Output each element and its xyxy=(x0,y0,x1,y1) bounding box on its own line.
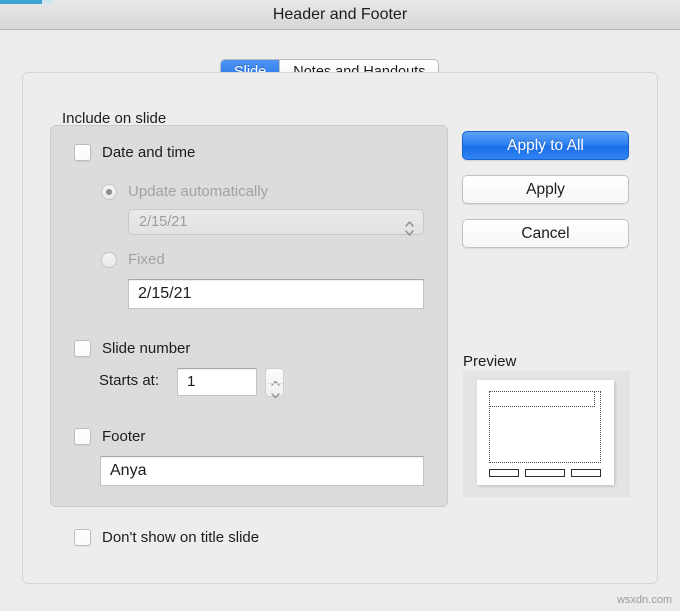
update-automatically-radio[interactable] xyxy=(101,183,117,200)
preview-slide-number-placeholder xyxy=(571,469,601,477)
fixed-date-input[interactable]: 2/15/21 xyxy=(128,279,424,309)
preview-label: Preview xyxy=(463,353,517,370)
date-format-select[interactable]: 2/15/21 xyxy=(128,209,424,236)
slide-number-checkbox[interactable] xyxy=(74,340,91,357)
date-and-time-label: Date and time xyxy=(102,144,196,161)
fixed-radio-row[interactable]: Fixed xyxy=(101,251,165,268)
footer-label: Footer xyxy=(102,428,146,445)
slide-number-checkbox-row[interactable]: Slide number xyxy=(74,340,190,357)
starts-at-input[interactable]: 1 xyxy=(177,368,257,396)
dont-show-on-title-slide-label: Don't show on title slide xyxy=(102,529,260,546)
preview-slide-thumbnail xyxy=(477,380,614,485)
update-automatically-radio-row[interactable]: Update automatically xyxy=(101,183,268,200)
slide-number-label: Slide number xyxy=(102,340,191,357)
window-titlebar: Header and Footer xyxy=(0,0,680,30)
cancel-button[interactable]: Cancel xyxy=(462,219,629,248)
update-automatically-label: Update automatically xyxy=(128,183,269,200)
starts-at-stepper[interactable] xyxy=(265,368,284,399)
dont-show-on-title-slide-checkbox[interactable] xyxy=(74,529,91,546)
footer-value: Anya xyxy=(110,462,147,479)
preview-footer-placeholder xyxy=(525,469,565,477)
fixed-date-value: 2/15/21 xyxy=(138,285,192,302)
preview-title-placeholder xyxy=(489,391,595,407)
apply-to-all-button[interactable]: Apply to All xyxy=(462,131,629,160)
footer-input[interactable]: Anya xyxy=(100,456,424,486)
preview-date-placeholder xyxy=(489,469,519,477)
stepper-down-icon[interactable] xyxy=(271,386,280,404)
footer-checkbox[interactable] xyxy=(74,428,91,445)
date-format-value: 2/15/21 xyxy=(139,214,188,230)
fixed-label: Fixed xyxy=(128,251,165,268)
fixed-radio[interactable] xyxy=(101,251,117,268)
dont-show-on-title-slide-row[interactable]: Don't show on title slide xyxy=(74,529,259,546)
watermark: wsxdn.com xyxy=(616,594,672,606)
starts-at-label: Starts at: xyxy=(99,372,160,389)
date-and-time-checkbox-row[interactable]: Date and time xyxy=(74,144,195,161)
header-and-footer-dialog: Header and Footer Slide Notes and Handou… xyxy=(0,0,680,611)
apply-button[interactable]: Apply xyxy=(462,175,629,204)
window-title: Header and Footer xyxy=(272,6,408,23)
chevron-updown-icon xyxy=(405,214,414,236)
footer-checkbox-row[interactable]: Footer xyxy=(74,428,145,445)
starts-at-value: 1 xyxy=(187,373,196,390)
date-and-time-checkbox[interactable] xyxy=(74,144,91,161)
preview-pane xyxy=(463,371,630,497)
stepper-divider xyxy=(268,383,283,384)
